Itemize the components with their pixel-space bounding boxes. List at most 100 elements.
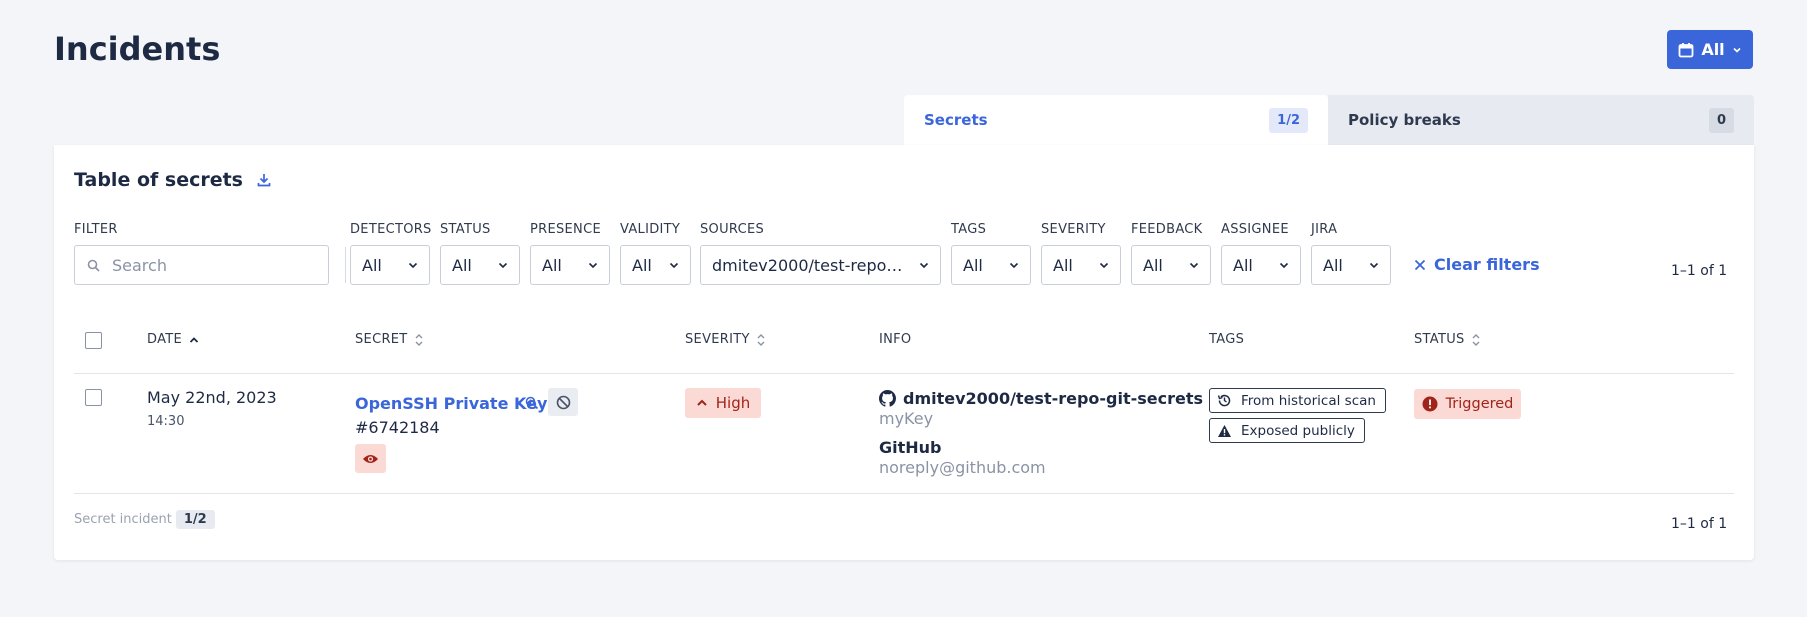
select-all-checkbox[interactable] [85,332,102,349]
table-title: Table of secrets [74,169,271,191]
select-value: All [1323,255,1343,275]
footer-count-badge: 1/2 [175,510,215,529]
footer-label-text: Secret incident [74,512,172,527]
column-secret[interactable]: SECRET [355,332,423,347]
tab-secrets[interactable]: Secrets 1/2 [904,95,1328,145]
tag-label: Exposed publicly [1241,422,1355,439]
tab-label: Policy breaks [1348,111,1461,129]
sort-icon [415,333,423,346]
column-date[interactable]: DATE [147,332,199,347]
feedback-label: FEEDBACK [1131,222,1203,237]
tab-label: Secrets [924,111,988,129]
select-value: dmitev2000/test-repo… [712,255,903,275]
chevron-down-icon [1189,262,1199,269]
select-value: All [632,255,652,275]
select-value: All [963,255,983,275]
download-icon[interactable] [257,173,271,187]
chevron-down-icon [1369,262,1379,269]
chevron-down-icon [408,262,418,269]
clear-filters-button[interactable]: Clear filters [1414,255,1540,274]
severity-badge: High [685,388,761,418]
column-info: INFO [879,332,911,347]
assignee-label: ASSIGNEE [1221,222,1289,237]
column-label: STATUS [1414,332,1465,347]
search-icon [87,259,100,272]
column-severity[interactable]: SEVERITY [685,332,765,347]
sort-up-icon [189,336,199,343]
close-icon [1414,259,1426,270]
github-icon [879,390,896,407]
presence-select[interactable]: All [530,245,610,285]
tag-exposed-publicly: Exposed publicly [1209,418,1365,443]
author-name: GitHub [879,438,942,457]
period-filter-label: All [1701,40,1725,59]
column-label: TAGS [1209,332,1245,347]
secrets-table-card: Table of secrets FILTER DETECTORS STATUS… [54,145,1754,560]
header-divider [74,373,1734,374]
clear-filters-label: Clear filters [1434,255,1540,274]
secret-id: #6742184 [355,418,440,437]
pagination-top: 1–1 of 1 [1671,263,1728,279]
validity-label: VALIDITY [620,222,681,237]
status-badge: Triggered [1414,389,1521,419]
table-title-text: Table of secrets [74,169,243,191]
select-value: All [542,255,562,275]
ban-icon [556,395,570,409]
severity-select[interactable]: All [1041,245,1121,285]
zoom-icon[interactable] [525,396,539,410]
tab-count-badge: 0 [1708,107,1734,133]
chevron-down-icon [919,262,929,269]
chevron-down-icon [1009,262,1019,269]
severity-label: High [715,394,751,412]
sort-icon [1472,333,1480,346]
period-filter-button[interactable]: All [1667,30,1753,69]
chevron-down-icon [1099,262,1109,269]
sources-label: SOURCES [700,222,765,237]
reveal-secret-button[interactable] [355,444,386,473]
column-label: SECRET [355,332,408,347]
warning-icon [1218,424,1231,437]
validity-select[interactable]: All [620,245,691,285]
repo-link[interactable]: dmitev2000/test-repo-git-secrets [879,389,1203,408]
eye-icon [363,454,378,463]
detectors-label: DETECTORS [350,222,432,237]
jira-label: JIRA [1311,222,1338,237]
chevron-down-icon [588,262,598,269]
jira-select[interactable]: All [1311,245,1391,285]
severity-filter-label: SEVERITY [1041,222,1106,237]
secret-name-link[interactable]: OpenSSH Private Key [355,394,547,413]
detectors-select[interactable]: All [350,245,430,285]
chevron-down-icon [1279,262,1289,269]
feedback-select[interactable]: All [1131,245,1211,285]
select-value: All [1053,255,1073,275]
chevron-down-icon [1733,47,1741,53]
select-value: All [362,255,382,275]
assignee-select[interactable]: All [1221,245,1301,285]
tags-select[interactable]: All [951,245,1031,285]
status-select[interactable]: All [440,245,520,285]
column-label: INFO [879,332,912,347]
row-checkbox[interactable] [85,389,102,406]
select-value: All [1143,255,1163,275]
tab-policy-breaks[interactable]: Policy breaks 0 [1328,95,1754,145]
column-status[interactable]: STATUS [1414,332,1480,347]
select-value: All [1233,255,1253,275]
alert-circle-icon [1422,396,1438,412]
filter-label: FILTER [74,222,118,237]
tab-count-badge: 1/2 [1269,107,1308,133]
filter-divider [345,247,346,283]
incident-date: May 22nd, 2023 [147,388,277,407]
tags-filter-label: TAGS [951,222,987,237]
repo-name: dmitev2000/test-repo-git-secrets [903,389,1204,408]
search-input[interactable]: Search [74,245,329,285]
history-icon [1217,394,1231,407]
presence-label: PRESENCE [530,222,601,237]
ignore-secret-button[interactable] [548,388,578,416]
status-filter-label: STATUS [440,222,491,237]
sort-icon [757,333,765,346]
footer-summary: Secret incident 1/2 [74,510,215,529]
pagination-bottom: 1–1 of 1 [1671,516,1728,532]
select-value: All [452,255,472,275]
sources-select[interactable]: dmitev2000/test-repo… [700,245,941,285]
column-label: DATE [147,332,183,347]
